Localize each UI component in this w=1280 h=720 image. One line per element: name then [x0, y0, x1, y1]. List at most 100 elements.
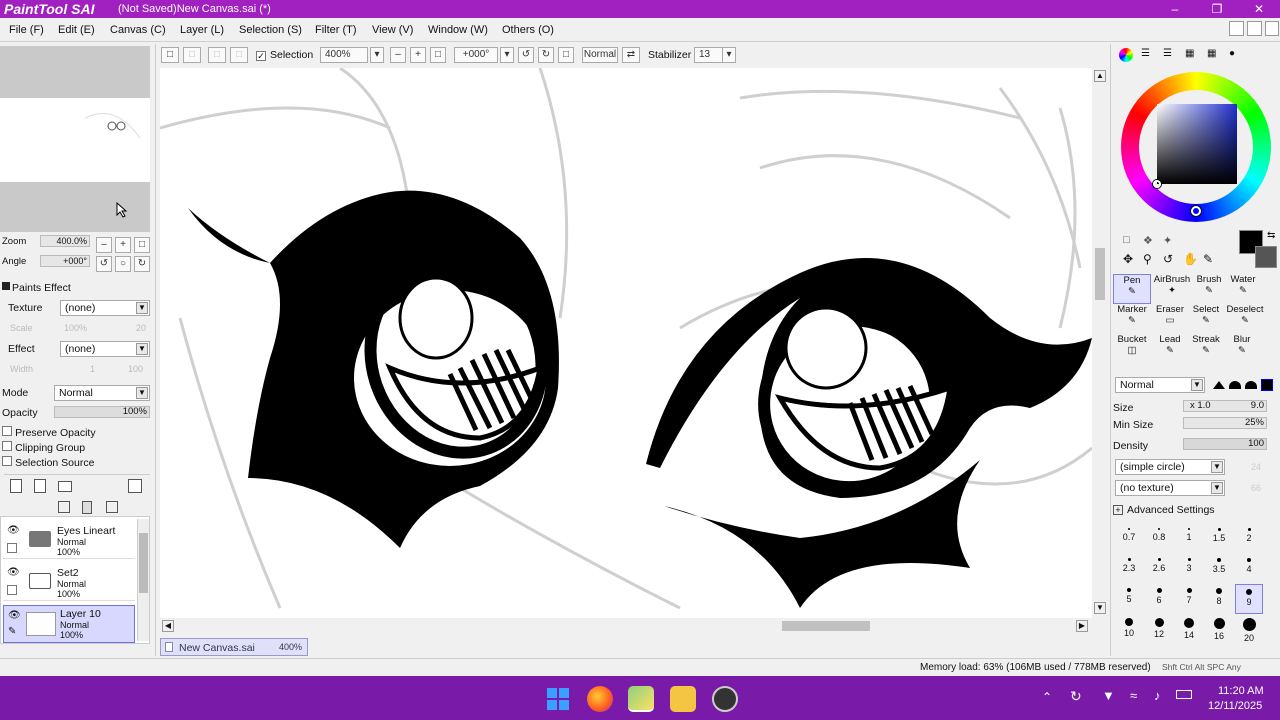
saturation-value-square[interactable] [1157, 104, 1237, 184]
hide-selection-icon[interactable]: □ [230, 47, 248, 63]
layer-item-layer-10[interactable]: 👁 ✎ Layer 10 Normal 100% [3, 605, 135, 643]
rotate-left-button[interactable]: ↺ [96, 256, 112, 272]
merge-down-icon[interactable] [106, 501, 118, 513]
zoom-tool-icon[interactable]: ⚲ [1143, 252, 1152, 266]
drawing-canvas[interactable] [160, 68, 1092, 618]
brush-size-preset[interactable]: 1 [1175, 524, 1203, 554]
color-history-tab-icon[interactable]: ● [1229, 48, 1235, 59]
stabilizer-dropdown-icon[interactable]: ▾ [722, 47, 736, 63]
zoom-in-button[interactable]: + [115, 237, 131, 253]
edge-medium-icon[interactable] [1229, 381, 1241, 389]
maximize-button[interactable]: ❐ [1202, 0, 1232, 18]
trash-icon[interactable] [82, 501, 92, 514]
size-slider[interactable]: x 1.0 9.0 [1183, 400, 1267, 412]
hue-ring[interactable] [1121, 72, 1271, 222]
move-tool-icon[interactable]: ✥ [1123, 252, 1133, 266]
brush-size-preset[interactable]: 4 [1235, 554, 1263, 584]
tool-blur[interactable]: Blur ✎ [1225, 334, 1259, 364]
paint-tool-sai-icon[interactable] [628, 686, 654, 712]
scroll-down-icon[interactable]: ▼ [1094, 602, 1106, 614]
scrollbar-thumb[interactable] [139, 533, 148, 593]
angle-field[interactable]: +000° [454, 47, 498, 63]
opacity-slider[interactable]: 100% [54, 406, 150, 418]
angle-dropdown-icon[interactable]: ▾ [500, 47, 514, 63]
tool-brush[interactable]: Brush ✎ [1193, 274, 1225, 304]
zoom-field[interactable]: 400% [320, 47, 368, 63]
selection-checkbox[interactable]: ✓ [256, 51, 266, 61]
tool-marker[interactable]: Marker ✎ [1113, 304, 1151, 334]
collapse-icon[interactable] [2, 282, 10, 290]
menu-view[interactable]: View (V) [372, 22, 413, 38]
chevron-up-icon[interactable]: ⌃ [1042, 690, 1052, 704]
rotate-cw-icon[interactable]: ↻ [538, 47, 554, 63]
document-tab[interactable]: New Canvas.sai 400% [160, 638, 308, 656]
menu-layer[interactable]: Layer (L) [180, 22, 224, 38]
clipping-group-checkbox[interactable]: Clipping Group [2, 441, 85, 454]
brush-size-preset[interactable]: 10 [1115, 614, 1143, 644]
min-size-slider[interactable]: 25% [1183, 417, 1267, 429]
close-button[interactable]: ✕ [1244, 0, 1274, 18]
canvas-blend-mode[interactable]: Normal [582, 47, 618, 63]
brush-mode-dropdown[interactable]: Normal ▼ [1115, 377, 1205, 393]
rgb-slider-tab-icon[interactable]: ☰ [1141, 48, 1150, 59]
brush-size-preset[interactable]: 0.7 [1115, 524, 1143, 554]
rotate-ccw-icon[interactable]: ↺ [518, 47, 534, 63]
edge-square-icon[interactable] [1261, 379, 1273, 391]
brush-edge-selector[interactable] [1211, 377, 1275, 393]
canvas-vertical-scrollbar[interactable]: ▲ ▼ [1092, 68, 1108, 618]
hue-picker-handle[interactable] [1191, 206, 1201, 216]
new-folder-icon[interactable] [58, 481, 72, 492]
brush-shape-dropdown[interactable]: (simple circle) ▼ [1115, 459, 1225, 475]
merge-layer-icon[interactable] [58, 501, 70, 513]
lock-checkbox[interactable] [7, 585, 17, 595]
rotate-tool-icon[interactable]: ↺ [1163, 252, 1173, 266]
zoom-out-icon[interactable]: – [390, 47, 406, 63]
density-slider[interactable]: 100 [1183, 438, 1267, 450]
minimize-button[interactable]: – [1160, 0, 1190, 18]
brush-size-preset[interactable]: 2 [1235, 524, 1263, 554]
tool-pen[interactable]: Pen ✎ [1113, 274, 1151, 304]
brush-size-preset[interactable]: 12 [1145, 614, 1173, 644]
hand-tool-icon[interactable]: ✋ [1183, 252, 1198, 266]
tool-eraser[interactable]: Eraser ▭ [1153, 304, 1187, 334]
brush-texture-dropdown[interactable]: (no texture) ▼ [1115, 480, 1225, 496]
zoom-fit-icon[interactable]: □ [430, 47, 446, 63]
select-all-icon[interactable]: □ [161, 47, 179, 63]
swap-colors-icon[interactable]: ⇆ [1267, 230, 1275, 241]
brush-size-preset[interactable]: 20 [1235, 614, 1263, 644]
hsv-slider-tab-icon[interactable]: ☰ [1163, 48, 1172, 59]
swatches-tab-icon[interactable]: ▦ [1185, 48, 1194, 59]
selection-source-checkbox[interactable]: Selection Source [2, 456, 94, 469]
eye-icon[interactable]: 👁 [7, 525, 20, 536]
edge-hard-icon[interactable] [1213, 381, 1225, 389]
menu-file[interactable]: File (F) [9, 22, 44, 38]
tool-airbrush[interactable]: AirBrush ✦ [1153, 274, 1191, 304]
tool-deselect[interactable]: Deselect ✎ [1225, 304, 1265, 334]
magic-wand-icon[interactable]: ✦ [1163, 234, 1172, 247]
lock-checkbox[interactable] [7, 543, 17, 553]
rotate-reset-icon[interactable]: □ [558, 47, 574, 63]
edge-soft-icon[interactable] [1245, 381, 1257, 389]
brush-size-preset[interactable]: 8 [1205, 584, 1233, 614]
scroll-right-icon[interactable]: ▶ [1076, 620, 1088, 632]
sync-icon[interactable]: ↻ [1070, 688, 1082, 705]
eyedropper-icon[interactable]: ✎ [1203, 252, 1213, 266]
brush-size-preset[interactable]: 2.3 [1115, 554, 1143, 584]
battery-icon[interactable] [1176, 690, 1192, 699]
menu-edit[interactable]: Edit (E) [58, 22, 95, 38]
tool-bucket[interactable]: Bucket ◫ [1113, 334, 1151, 364]
menu-window[interactable]: Window (W) [428, 22, 488, 38]
lasso-tool-icon[interactable]: ❖ [1143, 234, 1153, 247]
mdi-close-button[interactable] [1265, 21, 1279, 36]
texture-dropdown[interactable]: (none) ▼ [60, 300, 150, 316]
brush-size-preset[interactable]: 0.8 [1145, 524, 1173, 554]
invert-icon[interactable]: □ [208, 47, 226, 63]
brush-size-preset[interactable]: 9 [1235, 584, 1263, 614]
brush-size-preset[interactable]: 3 [1175, 554, 1203, 584]
zoom-in-icon[interactable]: + [410, 47, 426, 63]
microphone-icon[interactable]: ▼ [1102, 688, 1115, 703]
zoom-dropdown-icon[interactable]: ▾ [370, 47, 384, 63]
preserve-opacity-checkbox[interactable]: Preserve Opacity [2, 426, 96, 439]
stabilizer-field[interactable]: 13 [694, 47, 724, 63]
color-wheel-tab-icon[interactable] [1119, 48, 1133, 62]
